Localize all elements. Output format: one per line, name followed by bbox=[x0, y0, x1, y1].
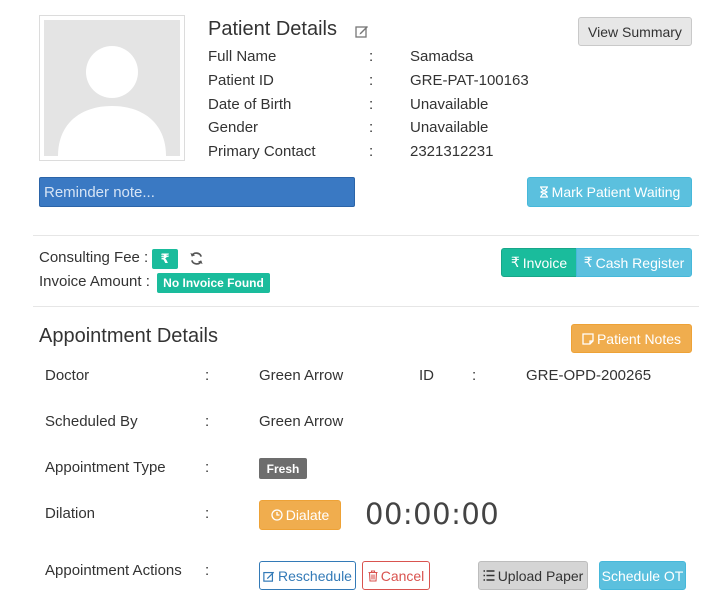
scheduled-by-value: Green Arrow bbox=[259, 413, 344, 430]
colon: : bbox=[369, 48, 374, 65]
list-icon bbox=[483, 570, 495, 581]
patient-id-value: GRE-PAT-100163 bbox=[410, 72, 529, 89]
mark-patient-waiting-label: Mark Patient Waiting bbox=[551, 184, 681, 200]
primary-contact-label: Primary Contact bbox=[208, 143, 316, 160]
gender-value: Unavailable bbox=[410, 119, 489, 136]
user-silhouette-icon bbox=[58, 46, 166, 156]
colon: : bbox=[205, 505, 210, 522]
notes-icon bbox=[582, 332, 594, 345]
colon: : bbox=[205, 413, 210, 430]
full-name-label: Full Name bbox=[208, 48, 277, 65]
dob-label: Date of Birth bbox=[208, 96, 292, 113]
dilation-label: Dilation bbox=[45, 505, 96, 522]
doctor-label: Doctor bbox=[45, 367, 90, 384]
colon: : bbox=[369, 72, 374, 89]
refresh-icon[interactable] bbox=[189, 251, 204, 266]
patient-notes-label: Patient Notes bbox=[596, 330, 682, 347]
schedule-ot-button[interactable]: Schedule OT bbox=[599, 561, 686, 590]
invoice-button[interactable]: ₹ Invoice bbox=[501, 248, 577, 277]
colon: : bbox=[369, 96, 374, 113]
hourglass-icon bbox=[539, 186, 548, 198]
appointment-id-label: ID bbox=[419, 367, 434, 384]
divider bbox=[33, 235, 699, 236]
patient-id-label: Patient ID bbox=[208, 72, 274, 89]
colon: : bbox=[472, 367, 477, 384]
appointment-actions-label: Appointment Actions bbox=[45, 562, 182, 579]
colon: : bbox=[369, 119, 374, 136]
dob-value: Unavailable bbox=[410, 96, 489, 113]
trash-icon bbox=[368, 569, 378, 582]
primary-contact-value: 2321312231 bbox=[410, 143, 494, 160]
appointment-type-label: Appointment Type bbox=[45, 459, 166, 476]
upload-paper-button[interactable]: Upload Paper bbox=[478, 561, 588, 590]
edit-icon bbox=[263, 571, 275, 582]
view-summary-button[interactable]: View Summary bbox=[578, 17, 692, 46]
reschedule-button-label: Reschedule bbox=[278, 567, 352, 584]
patient-avatar bbox=[39, 15, 185, 161]
dilate-button[interactable]: Dialate bbox=[259, 500, 341, 530]
clock-icon bbox=[271, 509, 283, 521]
colon: : bbox=[369, 143, 374, 160]
doctor-value: Green Arrow bbox=[259, 367, 344, 384]
full-name-value: Samadsa bbox=[410, 48, 474, 65]
patient-details-title: Patient Details bbox=[208, 18, 337, 40]
no-invoice-badge: No Invoice Found bbox=[157, 273, 270, 293]
cash-register-button[interactable]: ₹ Cash Register bbox=[576, 248, 692, 277]
patient-notes-button[interactable]: Patient Notes bbox=[571, 324, 692, 353]
colon: : bbox=[205, 367, 210, 384]
rupee-icon: ₹ bbox=[510, 254, 520, 270]
mark-patient-waiting-button[interactable]: Mark Patient Waiting bbox=[527, 177, 692, 207]
invoice-amount-label: Invoice Amount : bbox=[39, 273, 150, 290]
reschedule-button[interactable]: Reschedule bbox=[259, 561, 356, 590]
rupee-icon: ₹ bbox=[152, 249, 178, 269]
cash-register-button-label: Cash Register bbox=[595, 254, 685, 271]
gender-label: Gender bbox=[208, 119, 259, 136]
upload-paper-button-label: Upload Paper bbox=[497, 567, 584, 584]
dilation-timer: 00:00:00 bbox=[365, 497, 500, 531]
appointment-id-value: GRE-OPD-200265 bbox=[526, 367, 652, 384]
rupee-icon: ₹ bbox=[583, 254, 593, 270]
edit-icon[interactable] bbox=[355, 24, 369, 38]
reminder-note-input[interactable] bbox=[39, 177, 355, 207]
cancel-button-label: Cancel bbox=[380, 567, 425, 584]
cancel-button[interactable]: Cancel bbox=[362, 561, 430, 590]
scheduled-by-label: Scheduled By bbox=[45, 413, 138, 430]
appointment-details-title: Appointment Details bbox=[39, 325, 218, 347]
invoice-button-label: Invoice bbox=[522, 254, 568, 271]
divider bbox=[33, 306, 699, 307]
colon: : bbox=[205, 562, 210, 579]
appointment-type-badge: Fresh bbox=[259, 458, 307, 479]
consulting-fee-label: Consulting Fee : bbox=[39, 249, 149, 266]
colon: : bbox=[205, 459, 210, 476]
dilate-button-label: Dialate bbox=[285, 507, 330, 523]
